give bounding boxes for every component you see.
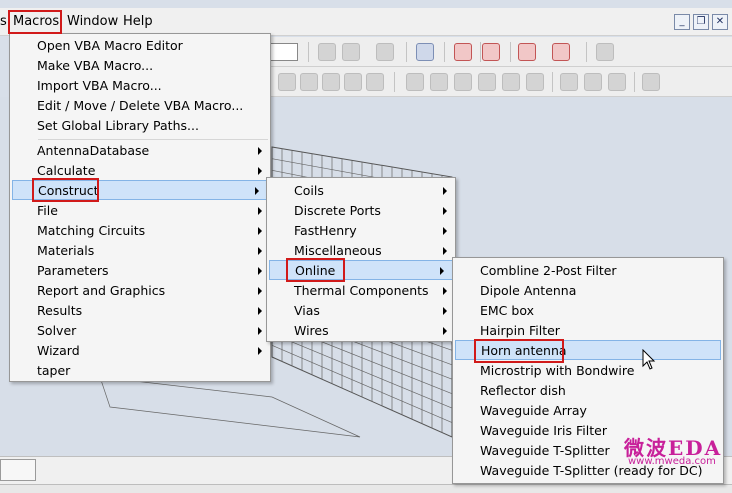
menu-item-waveguide-t-splitter[interactable]: Waveguide T-Splitter [453, 441, 610, 461]
menu-item-waveguide-iris-filter[interactable]: Waveguide Iris Filter [453, 421, 607, 441]
macros-menu: Open VBA Macro Editor Make VBA Macro... … [9, 33, 271, 382]
submenu-arrow-icon [258, 167, 262, 175]
copy-icon[interactable] [642, 73, 660, 91]
menu-item-vias[interactable]: Vias [267, 301, 455, 321]
document-icon[interactable] [482, 43, 500, 61]
menu-item-file[interactable]: File [10, 201, 270, 221]
tool-pick-icon[interactable] [526, 73, 544, 91]
tool-w-icon[interactable] [454, 73, 472, 91]
minimize-icon[interactable]: _ [674, 14, 690, 30]
mouse-cursor-icon [642, 349, 656, 370]
watermark-url: www.mweda.com [628, 456, 716, 467]
submenu-arrow-icon [443, 307, 447, 315]
toolbar-second [270, 67, 732, 97]
submenu-arrow-icon [443, 327, 447, 335]
menu-item-emc-box[interactable]: EMC box [453, 301, 534, 321]
menu-item-construct[interactable]: Construct [12, 180, 268, 200]
submenu-arrow-icon [443, 287, 447, 295]
menu-item-parameters[interactable]: Parameters [10, 261, 270, 281]
toolbar-dropdown[interactable] [270, 43, 298, 61]
submenu-arrow-icon [443, 227, 447, 235]
menu-item-hairpin-filter[interactable]: Hairpin Filter [453, 321, 560, 341]
menu-separator [38, 139, 268, 140]
submenu-arrow-icon [258, 327, 262, 335]
watermark: 微波EDA www.mweda.com [624, 432, 722, 467]
shape-icon[interactable] [318, 43, 336, 61]
tool-a-icon[interactable] [366, 73, 384, 91]
submenu-arrow-icon [443, 247, 447, 255]
tool-m-icon[interactable] [430, 73, 448, 91]
tool-r-icon[interactable] [406, 73, 424, 91]
menu-item-matching-circuits[interactable]: Matching Circuits [10, 221, 270, 241]
status-bar [0, 484, 732, 493]
tool-p-icon[interactable] [300, 73, 318, 91]
menu-item-make-vba-macro[interactable]: Make VBA Macro... [10, 56, 153, 76]
toolbar-top [270, 37, 732, 67]
menu-item-horn-antenna[interactable]: Horn antenna [455, 340, 721, 360]
construct-submenu: Coils Discrete Ports FastHenry Miscellan… [266, 177, 456, 342]
menu-item-partial[interactable]: s [0, 14, 7, 29]
menu-item-thermal-components[interactable]: Thermal Components [267, 281, 455, 301]
menu-item-solver[interactable]: Solver [10, 321, 270, 341]
menu-item-miscellaneous[interactable]: Miscellaneous [267, 241, 455, 261]
gear-icon[interactable] [342, 43, 360, 61]
menu-item-materials[interactable]: Materials [10, 241, 270, 261]
menu-item-fasthenry[interactable]: FastHenry [267, 221, 455, 241]
menu-item-set-global-paths[interactable]: Set Global Library Paths... [10, 116, 199, 136]
menu-bar: s Macros Window Help _ ❐ ✕ [0, 8, 732, 36]
submenu-arrow-icon [440, 267, 444, 275]
menu-item-antenna-database[interactable]: AntennaDatabase [10, 141, 270, 161]
submenu-arrow-icon [258, 267, 262, 275]
menu-item-coils[interactable]: Coils [267, 181, 455, 201]
sphere-icon[interactable] [608, 73, 626, 91]
menu-item-discrete-ports[interactable]: Discrete Ports [267, 201, 455, 221]
close-icon[interactable]: ✕ [712, 14, 728, 30]
transform-icon[interactable] [376, 43, 394, 61]
menu-item-edit-move-delete[interactable]: Edit / Move / Delete VBA Macro... [10, 96, 243, 116]
panel-tab[interactable] [0, 459, 36, 481]
tool-t-icon[interactable] [278, 73, 296, 91]
menu-item-reflector-dish[interactable]: Reflector dish [453, 381, 566, 401]
menu-help[interactable]: Help [123, 14, 153, 29]
tool-grid-icon[interactable] [478, 73, 496, 91]
tool-measure-icon[interactable] [502, 73, 520, 91]
probe-icon[interactable] [552, 43, 570, 61]
submenu-arrow-icon [443, 207, 447, 215]
no-entry-icon[interactable] [596, 43, 614, 61]
submenu-arrow-icon [258, 287, 262, 295]
globe-icon[interactable] [454, 43, 472, 61]
menu-item-microstrip-bondwire[interactable]: Microstrip with Bondwire [453, 361, 634, 381]
submenu-arrow-icon [258, 147, 262, 155]
tool-s-icon[interactable] [322, 73, 340, 91]
percent-icon[interactable] [518, 43, 536, 61]
restore-icon[interactable]: ❐ [693, 14, 709, 30]
submenu-arrow-icon [258, 227, 262, 235]
tool-b-icon[interactable] [344, 73, 362, 91]
window-controls: _ ❐ ✕ [674, 14, 728, 30]
menu-item-results[interactable]: Results [10, 301, 270, 321]
submenu-arrow-icon [258, 247, 262, 255]
menu-window[interactable]: Window [67, 14, 118, 29]
submenu-arrow-icon [443, 187, 447, 195]
submenu-arrow-icon [258, 347, 262, 355]
menu-item-combline-filter[interactable]: Combline 2-Post Filter [453, 261, 617, 281]
menu-item-calculate[interactable]: Calculate [10, 161, 270, 181]
menu-item-import-vba-macro[interactable]: Import VBA Macro... [10, 76, 162, 96]
menu-item-wires[interactable]: Wires [267, 321, 455, 341]
menu-item-wizard[interactable]: Wizard [10, 341, 270, 361]
menu-item-dipole-antenna[interactable]: Dipole Antenna [453, 281, 576, 301]
menu-item-online[interactable]: Online [269, 260, 453, 280]
submenu-arrow-icon [258, 207, 262, 215]
submenu-arrow-icon [258, 307, 262, 315]
circle-grid-icon[interactable] [584, 73, 602, 91]
menu-item-taper[interactable]: taper [10, 361, 70, 381]
axes-icon[interactable] [416, 43, 434, 61]
menu-macros[interactable]: Macros [13, 14, 59, 29]
menu-item-report-graphics[interactable]: Report and Graphics [10, 281, 270, 301]
menu-item-open-vba-editor[interactable]: Open VBA Macro Editor [10, 36, 183, 56]
submenu-arrow-icon [255, 187, 259, 195]
crosshair-icon[interactable] [560, 73, 578, 91]
menu-item-waveguide-array[interactable]: Waveguide Array [453, 401, 587, 421]
